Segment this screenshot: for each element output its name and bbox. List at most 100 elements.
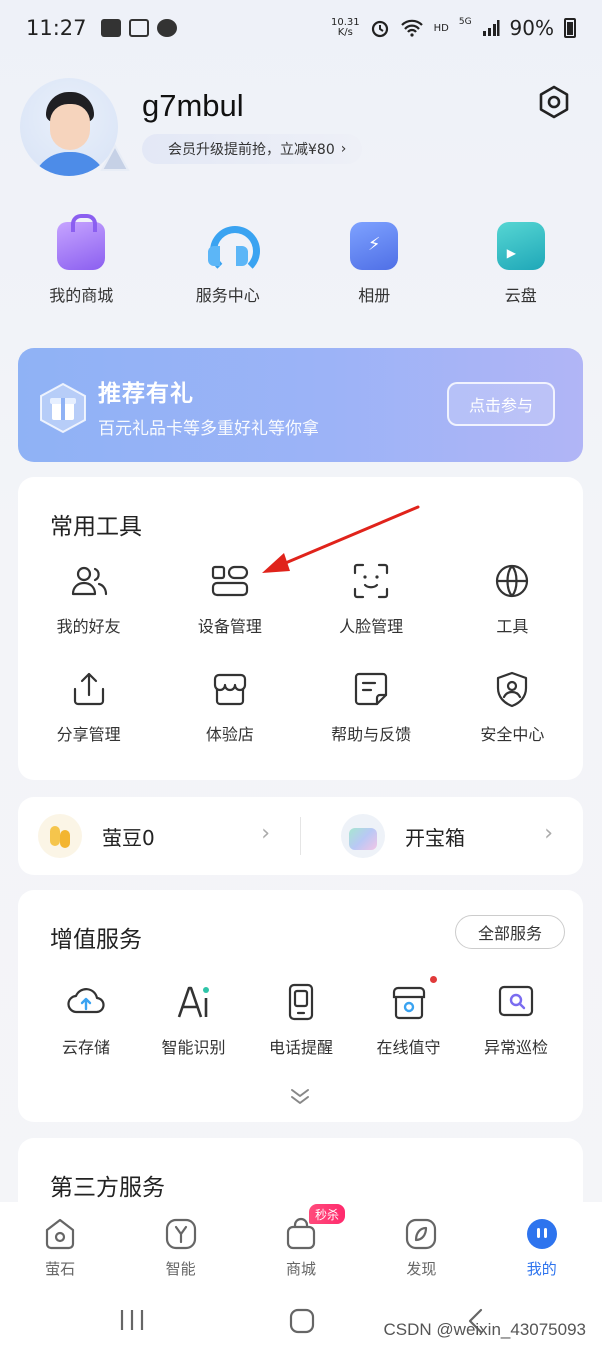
home-button-icon[interactable]: [289, 1308, 315, 1334]
settings-icon[interactable]: [536, 84, 572, 120]
friends-icon: [71, 566, 107, 596]
nav-home[interactable]: 萤石: [10, 1216, 110, 1279]
tool-share-management[interactable]: 分享管理: [18, 669, 159, 745]
tool-device-management[interactable]: 设备管理: [159, 561, 300, 637]
service-smart-recognition[interactable]: 智能识别: [142, 982, 246, 1058]
referral-banner[interactable]: 推荐有礼 百元礼品卡等多重好礼等你拿 点击参与: [18, 348, 583, 462]
service-label: 电话提醒: [268, 1038, 333, 1057]
cloud-upload-icon: [67, 988, 105, 1014]
service-label: 异常巡检: [483, 1038, 548, 1057]
album-icon: [350, 222, 399, 270]
tool-label: 体验店: [205, 725, 254, 744]
member-promo-text: 会员升级提前抢，立减¥80: [168, 142, 335, 158]
tool-label: 分享管理: [56, 725, 121, 744]
tool-experience-store[interactable]: 体验店: [159, 669, 300, 745]
tool-help-feedback[interactable]: 帮助与反馈: [301, 669, 442, 745]
tools-notification-icon: [128, 19, 149, 37]
service-cloud-storage[interactable]: 云存储: [34, 982, 138, 1058]
quick-link-service[interactable]: 服务中心: [163, 222, 293, 306]
recent-apps-icon[interactable]: [118, 1308, 146, 1332]
tool-label: 设备管理: [197, 617, 262, 636]
store-icon: [213, 673, 246, 706]
net-speed-unit: K/s: [337, 27, 353, 38]
face-scan-icon: [354, 563, 389, 599]
device-manage-icon: [211, 565, 248, 597]
net-speed: 10.31 K/s: [331, 18, 360, 38]
home-icon: [46, 1218, 75, 1250]
tools-card: 常用工具 我的好友 设备管理 人脸管理 工具 分享管理 体验店 帮助与反馈 安全…: [18, 477, 583, 780]
nav-smart[interactable]: 智能: [131, 1216, 231, 1279]
smart-icon: [165, 1218, 196, 1250]
nav-label: 智能: [165, 1260, 196, 1278]
beans-label: 萤豆0: [102, 825, 155, 850]
chevron-right-icon: ›: [544, 821, 553, 846]
all-services-button[interactable]: 全部服务: [454, 915, 565, 949]
nav-mall[interactable]: 秒杀 商城: [251, 1204, 351, 1279]
bottom-navigation: 萤石 智能 秒杀 商城 发现 我的: [0, 1202, 602, 1290]
cloud-drive-icon: [496, 222, 545, 270]
status-bar: 11:27 10.31 K/s HD 5G 90%: [0, 0, 602, 56]
join-button[interactable]: 点击参与: [447, 382, 555, 426]
gift-icon: [40, 382, 86, 434]
nav-profile[interactable]: 我的: [492, 1216, 592, 1279]
chevron-down-icon[interactable]: [288, 1086, 312, 1106]
service-label: 云存储: [61, 1038, 110, 1057]
third-party-title: 第三方服务: [50, 1175, 165, 1201]
member-promo-pill[interactable]: 会员升级提前抢，立减¥80 ›: [142, 134, 363, 164]
beans-entry[interactable]: 萤豆0 ›: [18, 797, 300, 875]
profile-icon: [526, 1219, 557, 1249]
quick-link-cloud[interactable]: 云盘: [456, 222, 586, 306]
member-level-icon: [100, 144, 130, 171]
quick-links: 我的商城 服务中心 相册 云盘: [0, 214, 602, 306]
quick-link-label: 相册: [358, 286, 391, 305]
headset-icon: [204, 222, 260, 276]
battery-percent: 90%: [509, 16, 554, 40]
quick-link-album[interactable]: 相册: [309, 222, 439, 306]
share-icon: [73, 672, 104, 706]
value-services-title: 增值服务: [50, 927, 142, 953]
username[interactable]: g7mbul: [142, 88, 244, 124]
nav-label: 我的: [526, 1260, 557, 1278]
phone-icon: [288, 983, 314, 1021]
signal-icon: [482, 20, 500, 36]
shopping-bag-icon: [57, 214, 106, 270]
treasure-chest-icon: [341, 814, 385, 858]
hd-label: HD: [433, 22, 449, 34]
service-abnormal-inspection[interactable]: 异常巡检: [464, 982, 568, 1058]
service-label: 智能识别: [161, 1038, 226, 1057]
tool-label: 安全中心: [480, 725, 545, 744]
status-time: 11:27: [26, 16, 87, 40]
profile-header: g7mbul 会员升级提前抢，立减¥80 ›: [20, 78, 582, 178]
alarm-icon: [371, 20, 388, 38]
beans-icon: [38, 814, 82, 858]
tool-face-management[interactable]: 人脸管理: [301, 561, 442, 637]
treasure-chest-label: 开宝箱: [405, 825, 465, 850]
battery-icon: [564, 18, 576, 38]
treasure-chest-entry[interactable]: 开宝箱 ›: [301, 797, 583, 875]
chevron-right-icon: ›: [340, 141, 347, 157]
nav-discover[interactable]: 发现: [371, 1216, 471, 1279]
tool-tools[interactable]: 工具: [442, 561, 583, 637]
quick-link-mall[interactable]: 我的商城: [16, 214, 146, 306]
banner-title: 推荐有礼: [98, 381, 194, 407]
tool-label: 人脸管理: [339, 617, 404, 636]
security-icon: [497, 671, 528, 708]
quick-link-label: 我的商城: [49, 286, 114, 305]
service-online-watch[interactable]: 在线值守: [357, 976, 461, 1058]
notification-icons: [100, 19, 177, 37]
nav-label: 萤石: [45, 1260, 76, 1278]
nav-label: 商城: [285, 1260, 316, 1278]
value-services-row: 云存储 智能识别 电话提醒 在线值守 异常巡检: [34, 976, 568, 1058]
beans-card: 萤豆0 › 开宝箱 ›: [18, 797, 583, 875]
5g-label: 5G: [458, 17, 472, 27]
value-services-card: 增值服务 全部服务 云存储 智能识别 电话提醒 在线值守 异常巡检: [18, 890, 583, 1122]
tool-security-center[interactable]: 安全中心: [442, 669, 583, 745]
tool-label: 工具: [496, 617, 529, 636]
chevron-right-icon: ›: [261, 821, 270, 846]
tool-friends[interactable]: 我的好友: [18, 561, 159, 637]
wifi-icon: [400, 19, 423, 37]
quick-link-label: 服务中心: [195, 286, 260, 305]
notification-dot: [429, 976, 437, 983]
camera-store-icon: [392, 986, 425, 1020]
service-phone-reminder[interactable]: 电话提醒: [249, 982, 353, 1058]
